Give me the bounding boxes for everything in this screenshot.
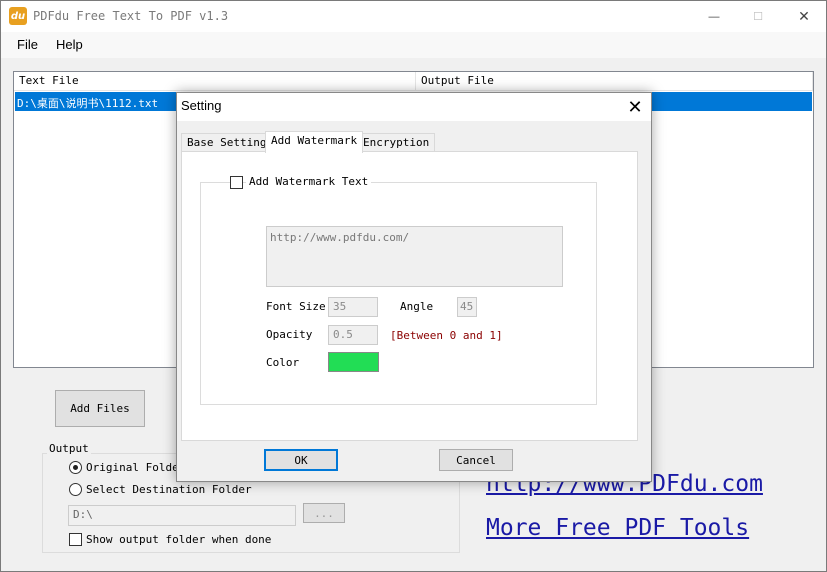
cancel-button[interactable]: Cancel — [439, 449, 513, 471]
color-swatch[interactable] — [328, 352, 379, 372]
browse-button[interactable]: ... — [303, 503, 345, 523]
font-size-input[interactable]: 35 — [328, 297, 378, 317]
show-output-folder-checkbox[interactable] — [69, 533, 82, 546]
opacity-hint: [Between 0 and 1] — [390, 329, 503, 342]
app-icon: du — [9, 7, 27, 25]
color-label: Color — [266, 356, 300, 369]
dialog-close-button[interactable]: ✕ — [623, 95, 647, 119]
minimize-button[interactable]: — — [691, 1, 737, 32]
select-destination-label: Select Destination Folder — [86, 483, 252, 496]
tab-encryption[interactable]: Encryption — [357, 133, 436, 152]
watermark-text-input[interactable]: http://www.pdfdu.com/ — [266, 226, 563, 287]
add-watermark-checkbox[interactable] — [230, 176, 243, 189]
setting-dialog: Setting ✕ Base Setting Add Watermark Enc… — [176, 92, 652, 482]
angle-label: Angle — [400, 300, 434, 313]
original-folder-label: Original Folder — [86, 461, 186, 474]
watermark-tab-panel: Add Watermark Text http://www.pdfdu.com/… — [181, 151, 638, 441]
watermark-groupbox — [200, 182, 597, 405]
menu-bar: File Help — [1, 32, 826, 58]
font-size-label: Font Size — [266, 300, 326, 313]
add-watermark-label: Add Watermark Text — [246, 175, 372, 188]
dialog-title: Setting — [181, 98, 222, 113]
title-bar[interactable]: du PDFdu Free Text To PDF v1.3 — ☐ ✕ — [1, 1, 826, 32]
window-title: PDFdu Free Text To PDF v1.3 — [33, 9, 229, 23]
show-output-folder-label: Show output folder when done — [86, 533, 272, 546]
tab-base-setting[interactable]: Base Setting — [181, 133, 273, 152]
menu-file[interactable]: File — [17, 37, 38, 52]
column-header-output-file[interactable]: Output File — [416, 72, 813, 91]
angle-input[interactable]: 45 — [457, 297, 477, 317]
original-folder-radio[interactable] — [69, 461, 82, 474]
close-button[interactable]: ✕ — [781, 1, 827, 32]
output-group-label: Output — [47, 442, 91, 455]
maximize-button[interactable]: ☐ — [735, 1, 781, 32]
text-file-cell: D:\桌面\说明书\1112.txt — [17, 97, 159, 110]
menu-help[interactable]: Help — [56, 37, 83, 52]
add-files-button[interactable]: Add Files — [55, 390, 145, 427]
ok-button[interactable]: OK — [264, 449, 338, 471]
tab-add-watermark[interactable]: Add Watermark — [265, 131, 364, 153]
column-header-text-file[interactable]: Text File — [14, 72, 416, 91]
destination-path-input[interactable]: D:\ — [68, 505, 296, 526]
dialog-title-bar[interactable]: Setting ✕ — [177, 93, 651, 121]
more-tools-link[interactable]: More Free PDF Tools — [486, 515, 749, 541]
opacity-label: Opacity — [266, 328, 313, 341]
opacity-input[interactable]: 0.5 — [328, 325, 378, 345]
select-destination-radio[interactable] — [69, 483, 82, 496]
